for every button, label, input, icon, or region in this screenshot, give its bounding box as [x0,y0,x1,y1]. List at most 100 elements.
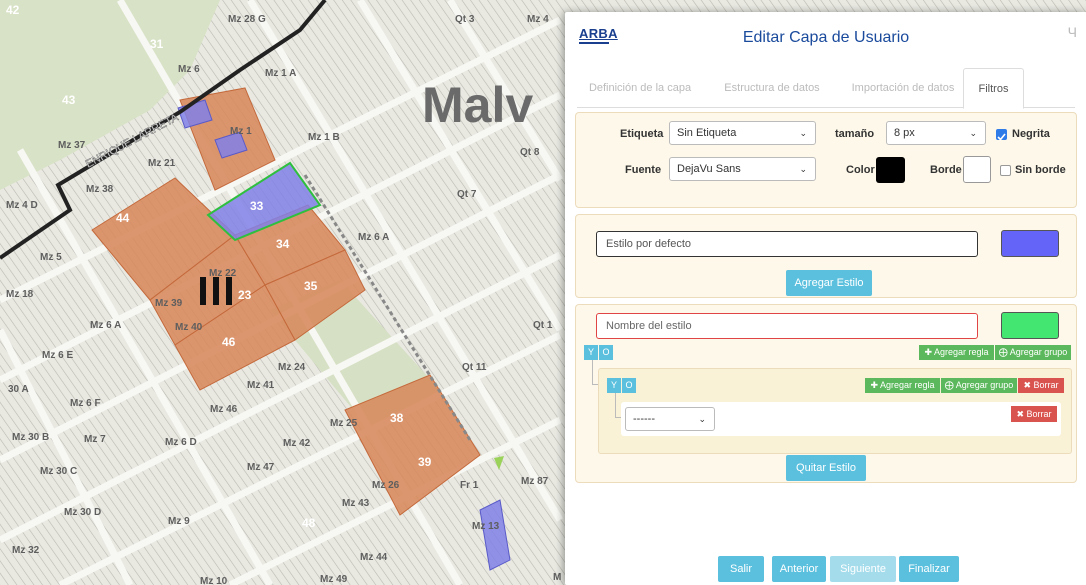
rule-row: ------ ⌄ ✖ Borrar [621,402,1061,436]
block-label: Mz 6 [178,64,200,75]
tree-connector [615,393,616,417]
tab-estructura[interactable]: Estructura de datos [715,68,829,108]
siguiente-button[interactable]: Siguiente [830,556,896,582]
block-label: 48 [302,516,316,530]
block-label: Mz 22 [209,268,237,279]
block-label: Mz 37 [58,140,86,151]
block-label: Mz 4 [527,14,549,25]
modal-header: ARBA Editar Capa de Usuario Ч [565,12,1086,64]
fuente-select[interactable]: DejaVu Sans ⌄ [669,157,816,181]
block-label: Mz 1 B [308,132,340,143]
inner-delete-button[interactable]: ✖ Borrar [1018,378,1064,393]
block-label: Mz 6 A [90,320,121,331]
modal-title: Editar Capa de Usuario [742,29,910,46]
block-label: Mz 6 A [358,232,389,243]
block-label: Qt 1 [533,320,553,331]
block-label: Mz 24 [278,362,306,373]
finalizar-button[interactable]: Finalizar [899,556,959,582]
outer-add-rule-button[interactable]: ✚ Agregar regla [919,345,994,360]
close-icon[interactable]: Ч [1068,24,1077,40]
anterior-button[interactable]: Anterior [772,556,826,582]
tab-definicion[interactable]: Definición de la capa [581,68,699,108]
default-style-name-input[interactable]: Estilo por defecto [596,231,978,257]
block-label: Mz 26 [372,480,400,491]
close-icon: ✖ [1023,380,1034,390]
block-label: 38 [390,411,404,425]
tamano-select[interactable]: 8 px ⌄ [886,121,986,145]
label-color-picker[interactable] [876,157,905,183]
block-label: Mz 38 [86,184,114,195]
chevron-down-icon: ⌄ [969,128,977,138]
tab-bar: Definición de la capa Estructura de dato… [577,68,1075,109]
inner-and-toggle[interactable]: Y [607,378,621,393]
chevron-down-icon: ⌄ [799,164,807,174]
block-label: Mz 10 [200,576,228,585]
fuente-select-value: DejaVu Sans [677,163,741,175]
rule-delete-button[interactable]: ✖ Borrar [1011,406,1057,422]
block-label: Mz 39 [155,298,183,309]
block-label: Mz 49 [320,574,348,585]
add-style-button[interactable]: Agregar Estilo [786,270,872,296]
block-label: Mz 25 [330,418,358,429]
tab-filtros[interactable]: Filtros [963,68,1024,109]
outer-or-toggle[interactable]: O [599,345,613,360]
etiqueta-label: Etiqueta [620,128,664,140]
inner-or-toggle[interactable]: O [622,378,636,393]
block-label: Mz 40 [175,322,203,333]
block-label: 44 [116,211,130,225]
block-label: Mz 47 [247,462,275,473]
location-marker-icon [200,277,232,305]
block-label: Mz 6 F [70,398,101,409]
tab-importacion[interactable]: Importación de datos [841,68,965,108]
block-label: Mz 46 [210,404,238,415]
inner-delete-label: Borrar [1033,380,1059,390]
block-label: Qt 11 [462,362,487,373]
border-color-picker[interactable] [963,156,991,183]
outer-add-rule-label: Agregar regla [934,347,989,357]
block-label: Mz 1 A [265,68,296,79]
chevron-down-icon: ⌄ [799,128,807,138]
block-label: Mz 32 [12,545,40,556]
style-name-input[interactable]: Nombre del estilo [596,313,978,339]
block-label: Mz 43 [342,498,370,509]
outer-add-group-button[interactable]: ⨁ Agregar grupo [995,345,1071,360]
block-label: Qt 7 [457,189,477,200]
block-label: Mz 4 D [6,200,38,211]
outer-and-toggle[interactable]: Y [584,345,598,360]
block-label: Mz 6 E [42,350,73,361]
etiqueta-select-value: Sin Etiqueta [677,127,737,139]
inner-add-group-button[interactable]: ⨁ Agregar grupo [941,378,1017,393]
salir-button[interactable]: Salir [718,556,764,582]
check-icon [997,133,1006,141]
tamano-label: tamaño [835,128,875,140]
default-style-panel: Estilo por defecto Agregar Estilo [575,214,1077,298]
inner-add-rule-label: Agregar regla [880,380,935,390]
edit-layer-modal: ARBA Editar Capa de Usuario Ч Definición… [565,12,1086,585]
color-label: Color [846,164,875,176]
sin-borde-checkbox[interactable] [1000,165,1011,176]
block-label: 33 [250,199,264,213]
chevron-down-icon: ⌄ [698,414,706,424]
block-label: 39 [418,455,432,469]
block-label: Mz 42 [283,438,311,449]
rule-style-color-picker[interactable] [1001,312,1059,339]
rule-field-select-value: ------ [633,413,655,425]
block-label: 43 [62,93,76,107]
block-label: Mz 13 [472,521,500,532]
block-label: Mz 6 D [165,437,197,448]
block-label: Mz 41 [247,380,275,391]
rule-field-select[interactable]: ------ ⌄ [625,407,715,431]
block-label: Mz 30 B [12,432,49,443]
negrita-label: Negrita [1012,128,1050,140]
etiqueta-select[interactable]: Sin Etiqueta ⌄ [669,121,816,145]
block-label: Mz 44 [360,552,388,563]
negrita-checkbox[interactable] [996,129,1007,141]
block-label: 23 [238,288,252,302]
block-label: Mz 5 [40,252,62,263]
remove-style-button[interactable]: Quitar Estilo [786,455,866,481]
default-style-color-picker[interactable] [1001,230,1059,257]
block-label: M [553,572,561,583]
inner-add-rule-button[interactable]: ✚ Agregar regla [865,378,940,393]
block-label: Mz 30 C [40,466,77,477]
plus-circle-icon: ⨁ [998,347,1010,357]
